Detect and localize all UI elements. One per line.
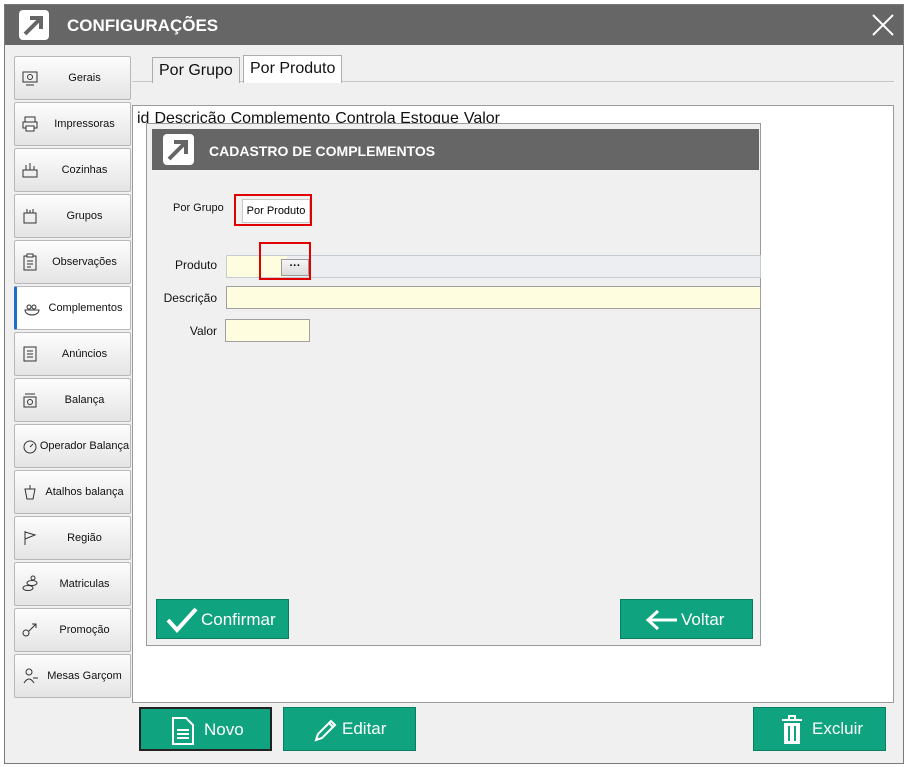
- waiter-icon: [21, 667, 39, 685]
- sidebar-item-observacoes[interactable]: Observações: [14, 240, 131, 284]
- dish-icon: [23, 299, 41, 317]
- novo-label: Novo: [204, 720, 244, 739]
- configuracoes-window: CONFIGURAÇÕES Gerais Impressoras Cozinha…: [4, 4, 904, 764]
- tab-strip: Por Grupo Por Produto: [132, 55, 894, 83]
- clipboard-icon: [21, 253, 39, 271]
- sidebar-item-label: Gerais: [68, 72, 101, 84]
- descricao-label: Descrição: [163, 291, 217, 305]
- editar-label: Editar: [342, 719, 387, 738]
- radio-por-grupo[interactable]: Por Grupo: [173, 202, 224, 214]
- sidebar: Gerais Impressoras Cozinhas Grupos Obser…: [5, 45, 133, 763]
- sidebar-item-label: Operador Balança: [39, 440, 130, 452]
- sidebar-item-regiao[interactable]: Região: [14, 516, 131, 560]
- sidebar-item-label: Balança: [64, 394, 105, 406]
- sidebar-item-label: Anúncios: [61, 348, 108, 360]
- dialog-title-bar: CADASTRO DE COMPLEMENTOS: [152, 129, 759, 170]
- app-logo-icon: [163, 134, 194, 165]
- sidebar-item-anuncios[interactable]: Anúncios: [14, 332, 131, 376]
- confirmar-label: Confirmar: [201, 610, 276, 629]
- sidebar-item-impressoras[interactable]: Impressoras: [14, 102, 131, 146]
- promotion-icon: [21, 621, 39, 639]
- arrow-left-icon: [645, 609, 677, 631]
- window-title: CONFIGURAÇÕES: [67, 16, 219, 35]
- document-icon: [21, 345, 39, 363]
- descricao-input[interactable]: [226, 286, 761, 309]
- settings-panel-icon: [21, 69, 39, 87]
- voltar-button[interactable]: Voltar: [620, 599, 753, 639]
- flag-icon: [21, 529, 39, 547]
- sidebar-item-label: Promoção: [59, 624, 110, 636]
- novo-button[interactable]: Novo: [139, 707, 272, 751]
- produto-label: Produto: [174, 258, 217, 272]
- trash-icon: [782, 715, 802, 744]
- cadastro-complementos-dialog: CADASTRO DE COMPLEMENTOS Por Grupo Por P…: [146, 123, 761, 646]
- voltar-label: Voltar: [681, 610, 725, 629]
- printer-icon: [21, 115, 39, 133]
- sidebar-item-mesas-garcom[interactable]: Mesas Garçom: [14, 654, 131, 698]
- title-bar: CONFIGURAÇÕES: [5, 5, 903, 45]
- sidebar-item-label: Região: [67, 532, 102, 544]
- checkmark-icon: [166, 607, 198, 633]
- scale-icon: [21, 391, 39, 409]
- sidebar-item-label: Complementos: [48, 302, 123, 314]
- app-logo-icon: [19, 10, 49, 40]
- editar-button[interactable]: Editar: [283, 707, 416, 751]
- highlight-box: [259, 242, 311, 280]
- sidebar-item-atalhos-balanca[interactable]: Atalhos balança: [14, 470, 131, 514]
- sidebar-item-grupos[interactable]: Grupos: [14, 194, 131, 238]
- sidebar-item-label: Mesas Garçom: [47, 670, 122, 682]
- scale-dial-icon: [21, 437, 39, 455]
- close-icon[interactable]: [871, 13, 895, 37]
- confirmar-button[interactable]: Confirmar: [156, 599, 289, 639]
- highlight-box: [234, 194, 312, 226]
- sidebar-item-label: Grupos: [66, 210, 103, 222]
- sidebar-item-operador-balanca[interactable]: Operador Balança: [14, 424, 131, 468]
- pencil-icon: [314, 719, 337, 742]
- document-icon: [172, 717, 194, 745]
- sidebar-item-complementos[interactable]: Complementos: [14, 286, 131, 330]
- sidebar-item-label: Cozinhas: [61, 164, 108, 176]
- coins-icon: [21, 575, 39, 593]
- tab-por-grupo[interactable]: Por Grupo: [152, 57, 240, 83]
- sidebar-item-label: Atalhos balança: [45, 486, 124, 498]
- excluir-label: Excluir: [812, 719, 864, 738]
- scale-shortcut-icon: [21, 483, 39, 501]
- kitchen-icon: [21, 161, 39, 179]
- groups-icon: [21, 207, 39, 225]
- sidebar-item-label: Observações: [52, 256, 117, 268]
- tab-por-produto[interactable]: Por Produto: [243, 55, 343, 83]
- valor-input[interactable]: [225, 319, 310, 342]
- sidebar-item-label: Matriculas: [59, 578, 110, 590]
- excluir-button[interactable]: Excluir: [753, 707, 886, 751]
- valor-label: Valor: [189, 324, 217, 338]
- sidebar-item-balanca[interactable]: Balança: [14, 378, 131, 422]
- sidebar-item-gerais[interactable]: Gerais: [14, 56, 131, 100]
- sidebar-item-promocao[interactable]: Promoção: [14, 608, 131, 652]
- sidebar-item-label: Impressoras: [54, 118, 115, 130]
- sidebar-item-matriculas[interactable]: Matriculas: [14, 562, 131, 606]
- sidebar-item-cozinhas[interactable]: Cozinhas: [14, 148, 131, 192]
- dialog-title: CADASTRO DE COMPLEMENTOS: [209, 143, 436, 159]
